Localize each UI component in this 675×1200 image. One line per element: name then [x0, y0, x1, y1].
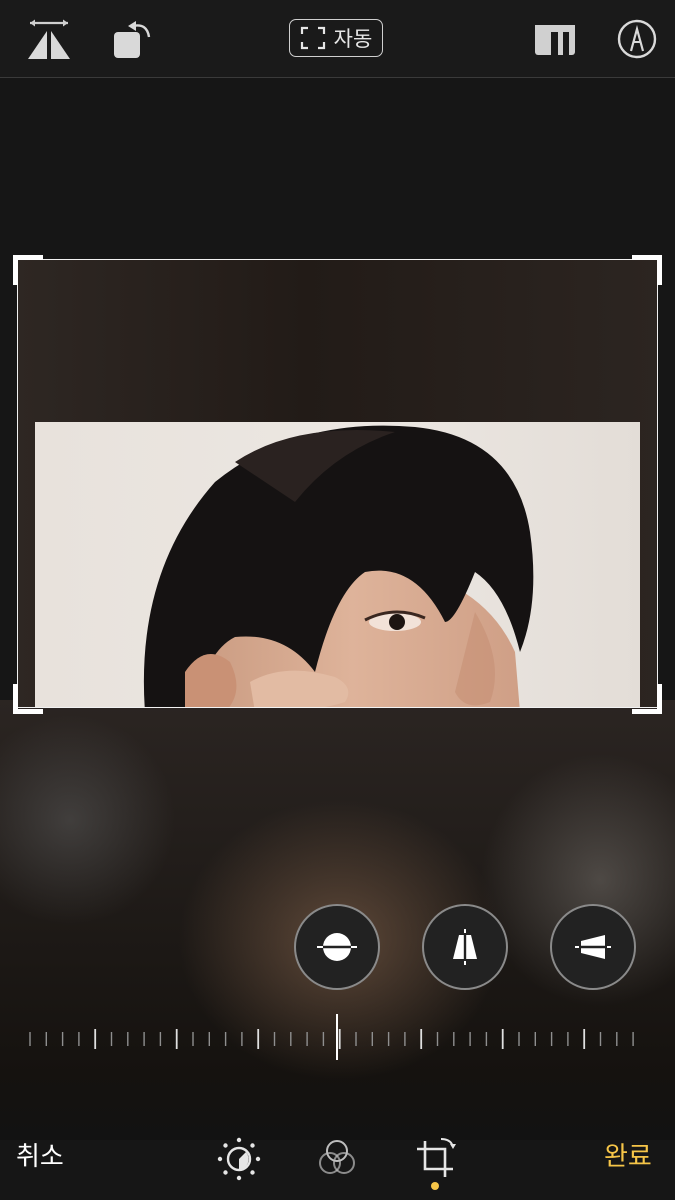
horizontal-perspective-icon	[575, 935, 611, 959]
cancel-button[interactable]: 취소	[16, 1136, 64, 1173]
done-button[interactable]: 완료	[604, 1136, 652, 1173]
photo-portrait	[143, 425, 534, 708]
crop-handle-bottom-right[interactable]	[632, 684, 662, 714]
aspect-ratio-button[interactable]	[530, 14, 580, 64]
rotate-icon	[114, 21, 151, 58]
straighten-button[interactable]	[294, 904, 380, 990]
crop-handle-top-left[interactable]	[13, 255, 43, 285]
aspect-ratio-icon	[535, 25, 575, 55]
active-tool-indicator	[431, 1182, 439, 1190]
vertical-perspective-icon	[453, 929, 477, 965]
straighten-icon	[317, 933, 357, 961]
markup-icon	[617, 19, 657, 59]
top-toolbar: 자동	[0, 0, 675, 78]
rotate-button[interactable]	[106, 14, 156, 64]
filters-icon	[319, 1140, 355, 1174]
flip-horizontal-button[interactable]	[24, 14, 74, 64]
slider-ticks	[29, 1029, 634, 1049]
toolbar-divider	[0, 77, 675, 78]
auto-crop-button[interactable]: 자동	[289, 19, 383, 57]
crop-tool-button[interactable]	[410, 1134, 460, 1184]
vertical-perspective-button[interactable]	[422, 904, 508, 990]
flip-horizontal-icon	[28, 19, 70, 59]
rotation-slider[interactable]	[28, 1015, 648, 1061]
photo	[35, 422, 640, 708]
auto-crop-icon	[300, 26, 325, 50]
horizontal-perspective-button[interactable]	[550, 904, 636, 990]
crop-handle-bottom-left[interactable]	[13, 684, 43, 714]
adjust-icon	[217, 1137, 261, 1181]
crop-canvas[interactable]	[17, 259, 658, 708]
markup-button[interactable]	[612, 14, 662, 64]
slider-indicator	[336, 1014, 338, 1060]
crop-handle-top-right[interactable]	[632, 255, 662, 285]
filters-button[interactable]	[312, 1134, 362, 1184]
crop-icon	[417, 1138, 456, 1177]
auto-crop-label: 자동	[333, 27, 373, 51]
adjust-button[interactable]	[214, 1134, 264, 1184]
